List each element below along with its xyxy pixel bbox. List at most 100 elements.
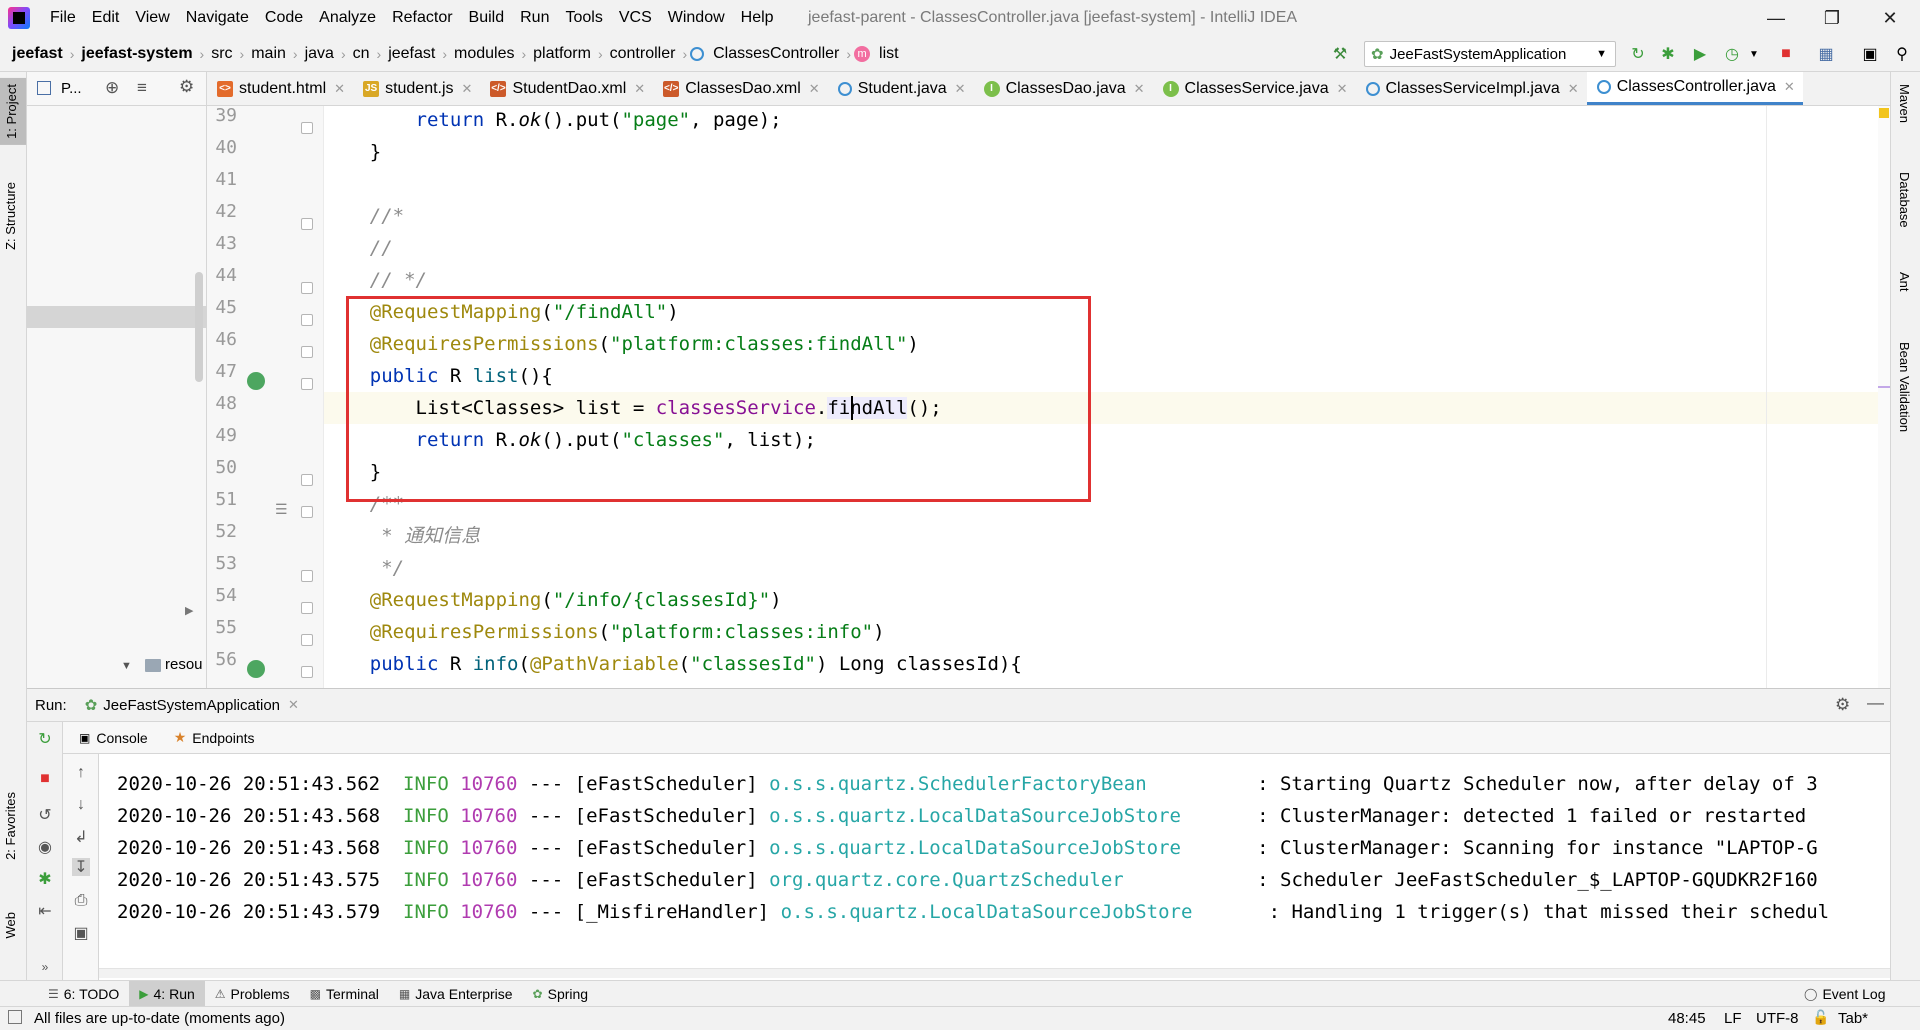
fold-marker-icon[interactable] [301, 570, 313, 582]
fold-marker-icon[interactable] [301, 314, 313, 326]
close-tab-icon[interactable]: ✕ [462, 81, 473, 97]
caret-position[interactable]: 48:45 [1668, 1010, 1706, 1027]
scrollbar-thumb[interactable] [195, 272, 203, 382]
locate-icon[interactable]: ⊕ [105, 78, 119, 98]
soft-wrap-icon[interactable]: ↲ [72, 828, 90, 846]
panel-toggle-icon[interactable] [8, 1010, 22, 1024]
menu-run[interactable]: Run [512, 0, 557, 36]
warning-marker-icon[interactable] [1879, 108, 1889, 118]
tab-favorites[interactable]: 2: Favorites [3, 792, 18, 860]
console-output[interactable]: 2020-10-26 20:51:43.562 INFO 10760 --- [… [99, 754, 1890, 980]
print-icon[interactable]: ⎙ [72, 892, 90, 910]
close-tab-icon[interactable]: ✕ [1337, 81, 1348, 97]
menu-file[interactable]: File [42, 0, 84, 36]
javadoc-render-icon[interactable]: ☰ [275, 501, 288, 518]
web-endpoint-icon[interactable] [247, 372, 265, 390]
tab-database[interactable]: Database [1897, 172, 1912, 228]
build-hammer-icon[interactable]: ⚒ [1330, 44, 1350, 64]
coverage-icon[interactable]: ▶ [1690, 44, 1710, 64]
tab-endpoints[interactable]: Endpoints [192, 730, 254, 746]
stop-icon[interactable]: ■ [1776, 44, 1796, 64]
debug-icon[interactable]: ✱ [36, 870, 54, 888]
horizontal-scrollbar[interactable] [99, 968, 1890, 978]
minimize-button[interactable]: — [1748, 0, 1804, 36]
tab-student-js[interactable]: JS student.js ✕ [353, 72, 480, 105]
tab-classesserviceimpl-java[interactable]: ClassesServiceImpl.java ✕ [1356, 72, 1587, 105]
run-configuration-select[interactable]: ✿ JeeFastSystemApplication ▼ [1364, 41, 1616, 67]
tool-problems[interactable]: ⚠ Problems [205, 981, 300, 1007]
menu-refactor[interactable]: Refactor [384, 0, 460, 36]
menu-view[interactable]: View [127, 0, 177, 36]
fold-marker-icon[interactable] [301, 602, 313, 614]
fold-marker-icon[interactable] [301, 634, 313, 646]
breadcrumb-item[interactable]: list [875, 45, 903, 63]
tab-maven[interactable]: Maven [1897, 84, 1912, 123]
run-tab-label[interactable]: JeeFastSystemApplication [103, 697, 280, 714]
exit-icon[interactable]: ⇤ [36, 902, 54, 920]
tool-event-log[interactable]: ◯ Event Log [1794, 981, 1896, 1007]
close-tab-icon[interactable]: ✕ [634, 81, 645, 97]
stop-icon[interactable]: ■ [36, 770, 54, 788]
fold-marker-icon[interactable] [301, 506, 313, 518]
tree-item-resources[interactable]: resou [165, 656, 203, 673]
restore-button[interactable]: ❐ [1804, 0, 1860, 36]
selected-tree-row[interactable] [27, 306, 207, 328]
breadcrumb-item[interactable]: jeefast [8, 45, 67, 63]
chevron-down-icon[interactable]: ▼ [1744, 44, 1764, 64]
tool-java-enterprise[interactable]: ▦ Java Enterprise [389, 981, 523, 1007]
tab-classesservice-java[interactable]: I ClassesService.java ✕ [1153, 72, 1356, 105]
close-tab-icon[interactable]: ✕ [334, 81, 345, 97]
usage-marker[interactable] [1878, 386, 1890, 388]
close-window-button[interactable]: ✕ [1862, 0, 1918, 36]
breadcrumb-item[interactable]: jeefast-system [77, 45, 196, 63]
restore-layout-icon[interactable]: ↺ [36, 806, 54, 824]
breadcrumb-item[interactable]: main [247, 45, 290, 63]
rerun-icon[interactable]: ↻ [36, 730, 54, 748]
tool-run[interactable]: ▶ 4: Run [129, 980, 205, 1007]
close-tab-icon[interactable]: ✕ [288, 697, 299, 713]
menu-help[interactable]: Help [733, 0, 782, 36]
tab-web[interactable]: Web [3, 912, 18, 939]
search-icon[interactable]: ⚲ [1892, 44, 1912, 64]
menu-tools[interactable]: Tools [557, 0, 610, 36]
close-tab-icon[interactable]: ✕ [1134, 81, 1145, 97]
presentation-icon[interactable]: ▣ [1860, 44, 1880, 64]
breadcrumb-item[interactable]: modules [450, 45, 518, 63]
tab-bean-validation[interactable]: Bean Validation [1897, 342, 1912, 432]
line-separator[interactable]: LF [1724, 1010, 1742, 1027]
indent-setting[interactable]: Tab* [1838, 1010, 1868, 1027]
gear-icon[interactable]: ⚙ [1835, 695, 1850, 715]
camera-icon[interactable]: ◉ [36, 838, 54, 856]
fold-marker-icon[interactable] [301, 378, 313, 390]
arrow-down-icon[interactable]: ↓ [72, 796, 90, 814]
menu-analyze[interactable]: Analyze [311, 0, 384, 36]
tab-console[interactable]: Console [96, 730, 147, 746]
fold-marker-icon[interactable] [301, 282, 313, 294]
rerun-icon[interactable]: ↻ [1628, 44, 1648, 64]
breadcrumb-item[interactable]: platform [529, 45, 595, 63]
hide-panel-icon[interactable]: — [1867, 693, 1884, 713]
menu-navigate[interactable]: Navigate [178, 0, 257, 36]
breadcrumb-item[interactable]: controller [606, 45, 680, 63]
menu-vcs[interactable]: VCS [611, 0, 660, 36]
breadcrumb-item[interactable]: cn [349, 45, 374, 63]
project-structure-icon[interactable]: ▦ [1816, 44, 1836, 64]
gear-icon[interactable]: ⚙ [179, 77, 194, 97]
tab-classescontroller-java[interactable]: ClassesController.java ✕ [1586, 72, 1803, 105]
profile-icon[interactable]: ◷ [1722, 44, 1742, 64]
tab-student-html[interactable]: <> student.html ✕ [207, 72, 353, 105]
tab-studentdao-xml[interactable]: </> StudentDao.xml ✕ [480, 72, 653, 105]
tab-ant[interactable]: Ant [1897, 272, 1912, 292]
fold-marker-icon[interactable] [301, 346, 313, 358]
debug-icon[interactable]: ✱ [1658, 44, 1678, 64]
tab-structure[interactable]: Z: Structure [3, 182, 18, 250]
menu-code[interactable]: Code [257, 0, 311, 36]
close-tab-icon[interactable]: ✕ [1784, 79, 1795, 95]
tool-spring[interactable]: ✿ Spring [523, 981, 599, 1007]
web-endpoint-icon[interactable] [247, 660, 265, 678]
expand-arrow-icon[interactable]: ▶ [185, 604, 193, 617]
menu-build[interactable]: Build [461, 0, 513, 36]
fold-marker-icon[interactable] [301, 666, 313, 678]
tab-classesdao-xml[interactable]: </> ClassesDao.xml ✕ [653, 72, 828, 105]
tab-classesdao-java[interactable]: I ClassesDao.java ✕ [974, 72, 1153, 105]
